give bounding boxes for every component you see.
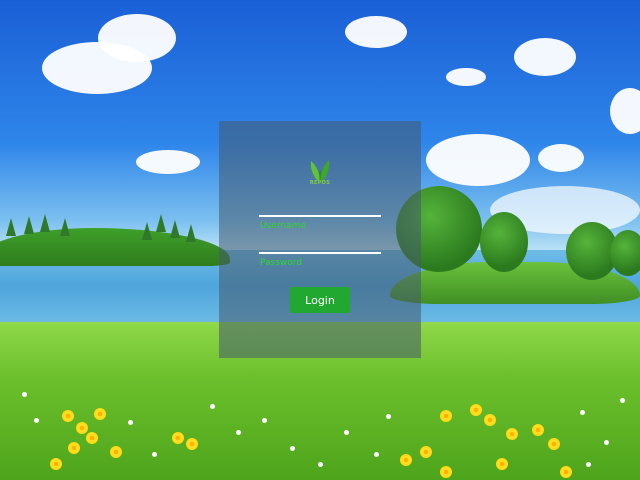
login-button[interactable]: Login	[290, 287, 350, 313]
flower	[94, 408, 106, 420]
cloud	[426, 134, 530, 186]
daisy	[344, 430, 349, 435]
flower	[420, 446, 432, 458]
flower	[110, 446, 122, 458]
pine-tree	[170, 220, 180, 238]
password-field[interactable]: Password	[259, 252, 381, 270]
daisy	[586, 462, 591, 467]
daisy	[22, 392, 27, 397]
pine-tree	[186, 224, 196, 242]
daisy	[604, 440, 609, 445]
pine-tree	[40, 214, 50, 232]
daisy	[290, 446, 295, 451]
cloud	[514, 38, 576, 76]
daisy	[128, 420, 133, 425]
flower	[50, 458, 62, 470]
tree	[480, 212, 528, 272]
flower	[484, 414, 496, 426]
cloud	[345, 16, 407, 48]
daisy	[34, 418, 39, 423]
flower	[440, 410, 452, 422]
flower	[86, 432, 98, 444]
pine-tree	[6, 218, 16, 236]
flower	[62, 410, 74, 422]
daisy	[262, 418, 267, 423]
pine-tree	[142, 222, 152, 240]
pine-tree	[60, 218, 70, 236]
password-placeholder: Password	[260, 258, 303, 268]
daisy	[580, 410, 585, 415]
daisy	[318, 462, 323, 467]
daisy	[152, 452, 157, 457]
daisy	[236, 430, 241, 435]
flower	[400, 454, 412, 466]
daisy	[386, 414, 391, 419]
username-field[interactable]: Username	[259, 215, 381, 233]
flower	[548, 438, 560, 450]
flower	[68, 442, 80, 454]
flower	[496, 458, 508, 470]
cloud	[136, 150, 200, 174]
login-panel: REPOS Username Password Login	[219, 121, 421, 358]
pine-tree	[24, 216, 34, 234]
flower	[186, 438, 198, 450]
cloud	[98, 14, 176, 62]
pine-tree	[156, 214, 166, 232]
daisy	[374, 452, 379, 457]
cloud	[446, 68, 486, 86]
username-placeholder: Username	[260, 221, 306, 231]
flower	[532, 424, 544, 436]
logo-text: REPOS	[309, 180, 331, 186]
flower	[506, 428, 518, 440]
cloud	[610, 88, 640, 134]
daisy	[620, 398, 625, 403]
tree	[610, 230, 640, 276]
flower	[172, 432, 184, 444]
flower	[440, 466, 452, 478]
flower	[76, 422, 88, 434]
daisy	[210, 404, 215, 409]
flower	[470, 404, 482, 416]
cloud	[538, 144, 584, 172]
flower	[560, 466, 572, 478]
